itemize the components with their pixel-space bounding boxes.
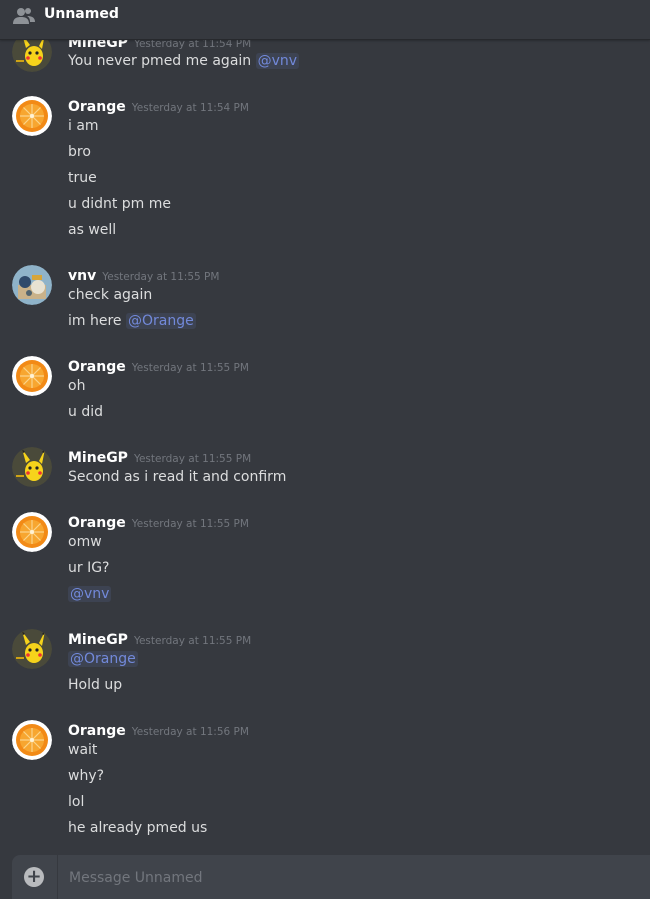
message-text: lol [68,794,85,810]
message-text: omw [68,534,102,550]
message-text: true [68,170,97,186]
message-header: Orange Yesterday at 11:54 PM [68,96,249,115]
message-text: wait [68,742,98,758]
timestamp: Yesterday at 11:55 PM [102,271,220,283]
message-text: u didnt pm me [68,196,172,212]
message-composer: + [12,855,650,899]
message-text: i am [68,118,99,134]
orange-avatar[interactable] [12,720,52,760]
username[interactable]: MineGP [68,632,128,648]
message-text: oh [68,378,86,394]
message-text: he already pmed us [68,820,208,836]
message-text: bro [68,144,91,160]
username[interactable]: Orange [68,99,126,115]
username[interactable]: Orange [68,515,126,531]
username[interactable]: vnv [68,268,96,284]
message-text: u did [68,404,103,420]
user-mention[interactable]: @Orange [125,313,196,329]
channel-header: Unnamed [0,0,650,40]
timestamp: Yesterday at 11:56 PM [131,726,249,738]
plus-circle-icon[interactable]: + [24,867,44,887]
message-text: why? [68,768,105,784]
timestamp: Yesterday at 11:55 PM [133,453,252,465]
vnv-avatar[interactable] [12,265,52,305]
user-mention[interactable]: @vnv [68,586,112,602]
timestamp: Yesterday at 11:54 PM [131,102,249,114]
message-header: Orange Yesterday at 11:55 PM [68,356,249,375]
message-header: MineGP Yesterday at 11:55 PM [68,629,251,648]
timestamp: Yesterday at 11:55 PM [131,518,249,530]
message-header: Orange Yesterday at 11:55 PM [68,512,249,531]
timestamp: Yesterday at 11:55 PM [133,635,252,647]
message-header: vnv Yesterday at 11:55 PM [68,265,219,284]
username[interactable]: Orange [68,359,126,375]
orange-avatar[interactable] [12,512,52,552]
message-text: im here @Orange [68,313,196,329]
composer-divider [57,855,58,899]
message-text: @vnv [68,586,112,602]
pikachu-avatar[interactable] [12,447,52,487]
orange-avatar[interactable] [12,96,52,136]
message-text: Second as i read it and confirm [68,469,287,485]
message-input[interactable] [67,865,631,891]
message-text: check again [68,287,153,303]
message-header: MineGP Yesterday at 11:55 PM [68,447,251,466]
message-text: ur IG? [68,560,110,576]
message-text: You never pmed me again @vnv [68,53,300,69]
username[interactable]: MineGP [68,450,128,466]
timestamp: Yesterday at 11:55 PM [131,362,249,374]
message-text: as well [68,222,117,238]
message-text: @Orange [68,651,138,667]
channel-title: Unnamed [44,6,119,22]
orange-avatar[interactable] [12,356,52,396]
message-header: Orange Yesterday at 11:56 PM [68,720,249,739]
user-mention[interactable]: @Orange [68,651,138,667]
message-text: Hold up [68,677,123,693]
username[interactable]: Orange [68,723,126,739]
people-icon[interactable] [13,6,35,26]
pikachu-avatar[interactable] [12,629,52,669]
message-list[interactable]: MineGP Yesterday at 11:54 PM You never pm… [0,0,650,855]
user-mention[interactable]: @vnv [255,53,300,69]
